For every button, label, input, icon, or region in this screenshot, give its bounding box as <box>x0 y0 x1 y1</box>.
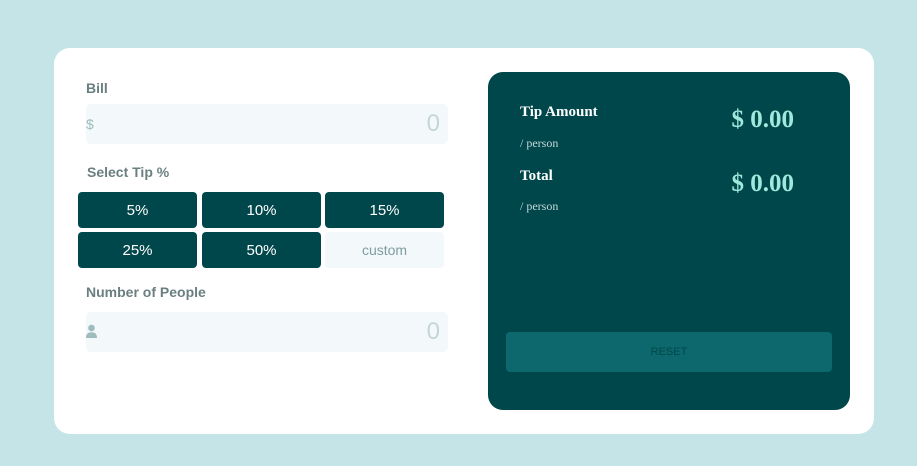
dollar-icon: $ <box>86 116 94 132</box>
tip-5-button[interactable]: 5% <box>78 192 197 228</box>
result-panel: Tip Amount / person $ 0.00 Total / perso… <box>488 72 850 410</box>
bill-field[interactable]: $ <box>86 104 448 144</box>
tip-25-button[interactable]: 25% <box>78 232 197 268</box>
select-tip-label: Select Tip % <box>87 164 170 180</box>
bill-input[interactable] <box>140 104 440 144</box>
tip-amount-label: Tip Amount <box>520 104 598 120</box>
tip-calculator-card: Bill $ Select Tip % 5% 10% 15% 25% 50% N… <box>54 48 874 434</box>
people-label: Number of People <box>86 284 206 300</box>
reset-button[interactable]: RESET <box>506 332 832 372</box>
tip-10-button[interactable]: 10% <box>202 192 321 228</box>
total-label: Total <box>520 168 553 184</box>
tip-amount-per-person: / person <box>520 136 559 150</box>
total-value: $ 0.00 <box>731 170 795 197</box>
people-input[interactable] <box>140 312 440 352</box>
tip-15-button[interactable]: 15% <box>325 192 444 228</box>
person-icon <box>86 324 97 339</box>
total-per-person: / person <box>520 199 559 213</box>
bill-label: Bill <box>86 80 108 96</box>
tip-50-button[interactable]: 50% <box>202 232 321 268</box>
tip-amount-value: $ 0.00 <box>731 106 795 133</box>
custom-tip-input[interactable] <box>325 232 444 268</box>
people-field[interactable] <box>86 312 448 352</box>
